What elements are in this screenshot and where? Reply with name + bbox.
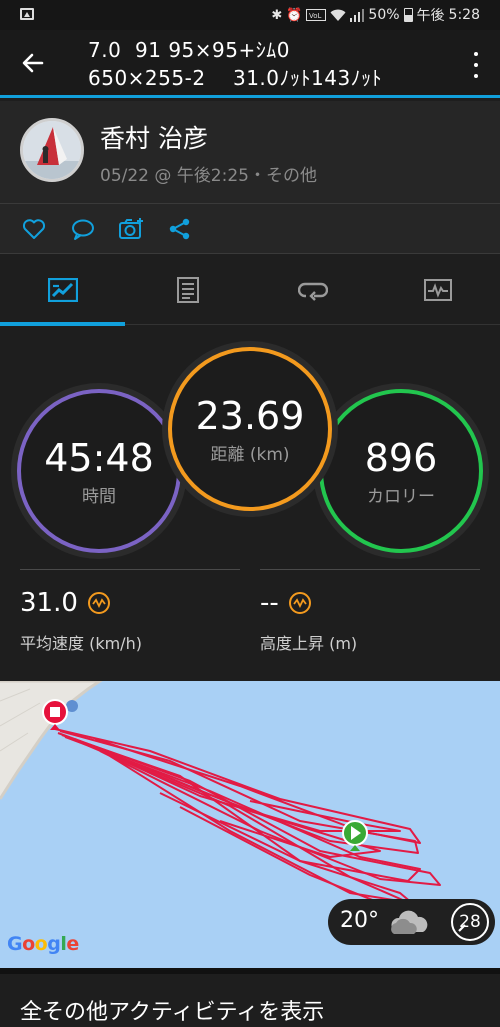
more-options-button[interactable] xyxy=(470,52,482,78)
route-map[interactable]: Google 20° 28 xyxy=(0,681,500,968)
distance-value: 23.69 xyxy=(195,393,305,438)
volte-icon: VoL xyxy=(306,9,327,21)
calories-ring: 896 カロリー xyxy=(319,389,483,553)
bluetooth-icon: ✱ xyxy=(271,7,283,23)
view-all-activities-link[interactable]: 全その他アクティビティを表示 xyxy=(20,994,324,1026)
avatar-image xyxy=(23,121,81,179)
summary-icon xyxy=(47,278,78,302)
status-bar-right: ✱ ⏰ VoL 50% 午後 5:28 xyxy=(271,5,480,25)
elevation-gain-metric: -- 高度上昇 (m) xyxy=(260,588,357,654)
time-ring: 45:48 時間 xyxy=(17,389,181,553)
signal-icon xyxy=(350,8,365,22)
status-bar: ✱ ⏰ VoL 50% 午後 5:28 xyxy=(0,0,500,30)
activity-title-line2: 650×255-2 31.0ﾉｯﾄ143ﾉｯﾄ xyxy=(88,66,383,90)
arrow-left-icon xyxy=(22,53,44,73)
document-list-icon xyxy=(176,277,199,303)
avg-speed-value: 31.0 xyxy=(20,588,78,618)
calories-value: 896 xyxy=(364,435,438,480)
tab-summary[interactable] xyxy=(0,255,125,325)
google-logo: Google xyxy=(7,933,79,955)
chart-icon xyxy=(423,279,452,301)
comment-icon xyxy=(72,219,94,240)
activity-pulse-icon xyxy=(288,592,311,614)
footer[interactable]: 全その他アクティビティを表示 xyxy=(0,968,500,1027)
activity-title-line1: 7.0 91 95×95+ｼﾑ0 xyxy=(88,38,290,62)
app-root: ✱ ⏰ VoL 50% 午後 5:28 7.0 91 95×95+ｼﾑ0 650… xyxy=(0,0,500,1027)
calories-label: カロリー xyxy=(367,486,435,507)
time-value: 45:48 xyxy=(44,435,154,480)
wind-indicator: 28 xyxy=(451,903,489,941)
temperature: 20° xyxy=(340,908,379,933)
status-time: 5:28 xyxy=(448,7,480,23)
avg-speed-label: 平均速度 (km/h) xyxy=(20,634,142,653)
tab-charts[interactable] xyxy=(375,255,500,325)
back-button[interactable] xyxy=(18,48,52,82)
user-name[interactable]: 香村 治彦 xyxy=(100,119,208,155)
battery-percent: 50% xyxy=(368,7,400,23)
stats-section: 45:48 時間 896 カロリー 23.69 距離 (km) 31.0 平均速… xyxy=(0,326,500,678)
distance-ring: 23.69 距離 (km) xyxy=(168,347,332,511)
distance-label: 距離 (km) xyxy=(210,444,290,465)
tab-details[interactable] xyxy=(125,255,250,325)
avg-speed-metric: 31.0 平均速度 (km/h) xyxy=(20,588,142,654)
svg-text:VoL: VoL xyxy=(309,12,322,20)
title-bar: 7.0 91 95×95+ｼﾑ0 650×255-2 31.0ﾉｯﾄ143ﾉｯﾄ xyxy=(0,30,500,98)
share-button[interactable] xyxy=(167,216,193,242)
wifi-icon xyxy=(330,9,346,21)
like-button[interactable] xyxy=(21,216,47,242)
activity-pulse-icon xyxy=(87,592,110,614)
loop-icon xyxy=(297,282,328,301)
elevation-gain-value: -- xyxy=(260,588,279,618)
tab-bar xyxy=(0,255,500,325)
comment-button[interactable] xyxy=(70,216,96,242)
profile-section: 香村 治彦 05/22 @ 午後2:25・その他 xyxy=(0,101,500,204)
activity-title: 7.0 91 95×95+ｼﾑ0 650×255-2 31.0ﾉｯﾄ143ﾉｯﾄ xyxy=(88,36,382,92)
gps-track xyxy=(54,728,441,908)
wind-arrow-icon xyxy=(458,924,466,932)
cloud-icon xyxy=(391,910,428,934)
add-photo-button[interactable] xyxy=(118,216,144,242)
time-label: 時間 xyxy=(82,486,116,507)
elevation-gain-label: 高度上昇 (m) xyxy=(260,634,358,653)
divider xyxy=(260,569,480,570)
status-ampm: 午後 xyxy=(416,8,445,24)
avatar[interactable] xyxy=(20,118,84,182)
battery-icon xyxy=(403,8,413,22)
action-bar xyxy=(0,204,500,254)
camera-plus-icon xyxy=(119,218,143,239)
alarm-icon: ⏰ xyxy=(286,7,303,23)
heart-icon xyxy=(22,219,46,239)
weather-widget[interactable]: 20° 28 xyxy=(328,899,495,945)
activity-datetime: 05/22 @ 午後2:25・その他 xyxy=(100,166,317,186)
divider xyxy=(20,569,240,570)
image-icon xyxy=(20,8,34,20)
tab-laps[interactable] xyxy=(250,255,375,325)
share-icon xyxy=(169,218,190,240)
